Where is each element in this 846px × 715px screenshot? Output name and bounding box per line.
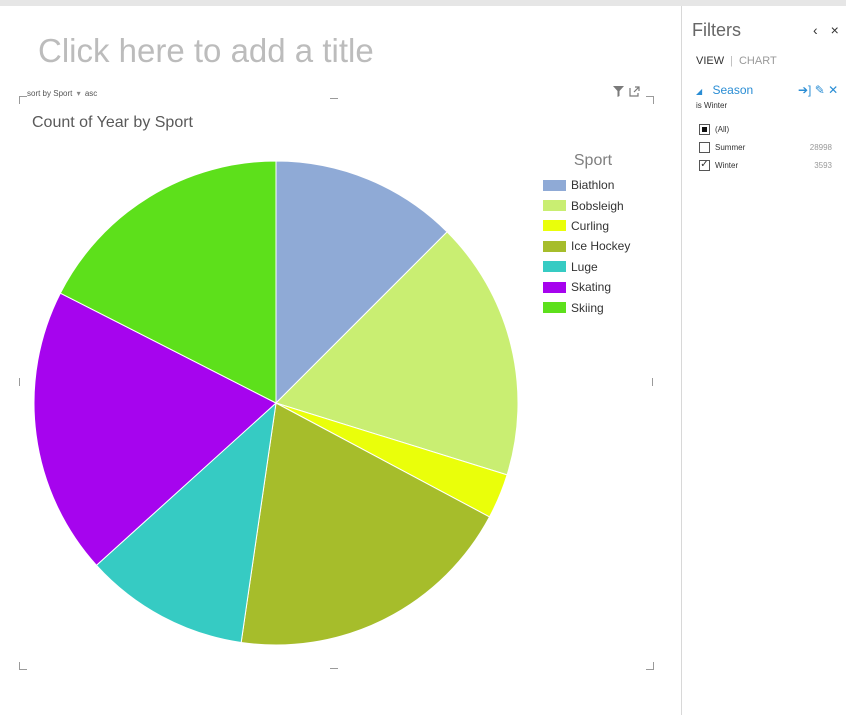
legend-item-bobsleigh[interactable]: Bobsleigh: [543, 195, 643, 215]
legend-swatch: [543, 302, 566, 314]
chart-legend: Sport Biathlon Bobsleigh Curling Ice Hockey…: [543, 152, 643, 318]
legend-label: Biathlon: [571, 178, 615, 193]
tab-chart[interactable]: CHART: [739, 55, 777, 67]
legend-swatch: [543, 179, 566, 191]
season-field-name[interactable]: Season: [713, 83, 754, 97]
collapse-icon[interactable]: ‹: [813, 22, 818, 38]
season-filter-summary: is Winter: [696, 101, 728, 110]
legend-item-skiing[interactable]: Skiing: [543, 297, 643, 317]
legend-label: Bobsleigh: [571, 198, 624, 213]
filter-value-count: 28998: [809, 142, 832, 152]
legend-swatch: [543, 261, 566, 273]
legend-swatch: [543, 281, 566, 293]
collapse-triangle-icon[interactable]: ◢: [696, 87, 702, 96]
legend-label: Skating: [571, 280, 612, 295]
report-canvas: Click here to add a title sort by Sport …: [0, 6, 680, 715]
legend-swatch: [543, 200, 566, 212]
legend-item-curling[interactable]: Curling: [543, 216, 643, 236]
tab-separator: |: [730, 55, 733, 67]
legend-swatch: [543, 240, 566, 252]
filter-value-label: (All): [715, 124, 730, 134]
legend-title: Sport: [573, 152, 613, 169]
legend-label: Curling: [571, 218, 610, 233]
tab-view[interactable]: VIEW: [696, 55, 724, 67]
filter-value-winter[interactable]: ✓ Winter 3593: [699, 156, 846, 174]
filters-panel: Filters ‹ × VIEW | CHART ◢ Season ➔] ✎ ✕ i…: [682, 6, 846, 715]
filter-checkbox[interactable]: ✓: [699, 159, 710, 171]
legend-item-luge[interactable]: Luge: [543, 257, 643, 277]
filter-value-label: Winter: [715, 160, 739, 170]
legend-label: Luge: [571, 259, 598, 274]
filters-title: Filters: [692, 20, 741, 40]
legend-item-ice-hockey[interactable]: Ice Hockey: [543, 236, 643, 256]
pie-chart[interactable]: [0, 6, 680, 715]
apply-filter-icon[interactable]: ➔]: [798, 83, 811, 97]
filter-tabs: VIEW | CHART: [696, 55, 777, 67]
season-field-header[interactable]: ◢ Season: [696, 83, 753, 97]
filter-value-label: Summer: [715, 142, 746, 152]
filter-value-count: 3593: [814, 160, 832, 170]
clear-filter-icon[interactable]: ✎: [815, 83, 825, 97]
close-icon[interactable]: ×: [831, 22, 839, 38]
legend-label: Skiing: [571, 300, 604, 315]
filter-checkbox[interactable]: [699, 123, 710, 135]
filter-checkbox[interactable]: [699, 141, 710, 153]
legend-item-skating[interactable]: Skating: [543, 277, 643, 297]
legend-item-biathlon[interactable]: Biathlon: [543, 175, 643, 195]
legend-label: Ice Hockey: [571, 239, 631, 254]
filter-value-summer[interactable]: Summer 28998: [699, 138, 846, 156]
filter-value-all[interactable]: (All): [699, 120, 846, 138]
remove-filter-icon[interactable]: ✕: [828, 83, 838, 97]
legend-swatch: [543, 220, 566, 232]
season-value-list: (All) Summer 28998 ✓ Winter 3593: [699, 120, 846, 174]
